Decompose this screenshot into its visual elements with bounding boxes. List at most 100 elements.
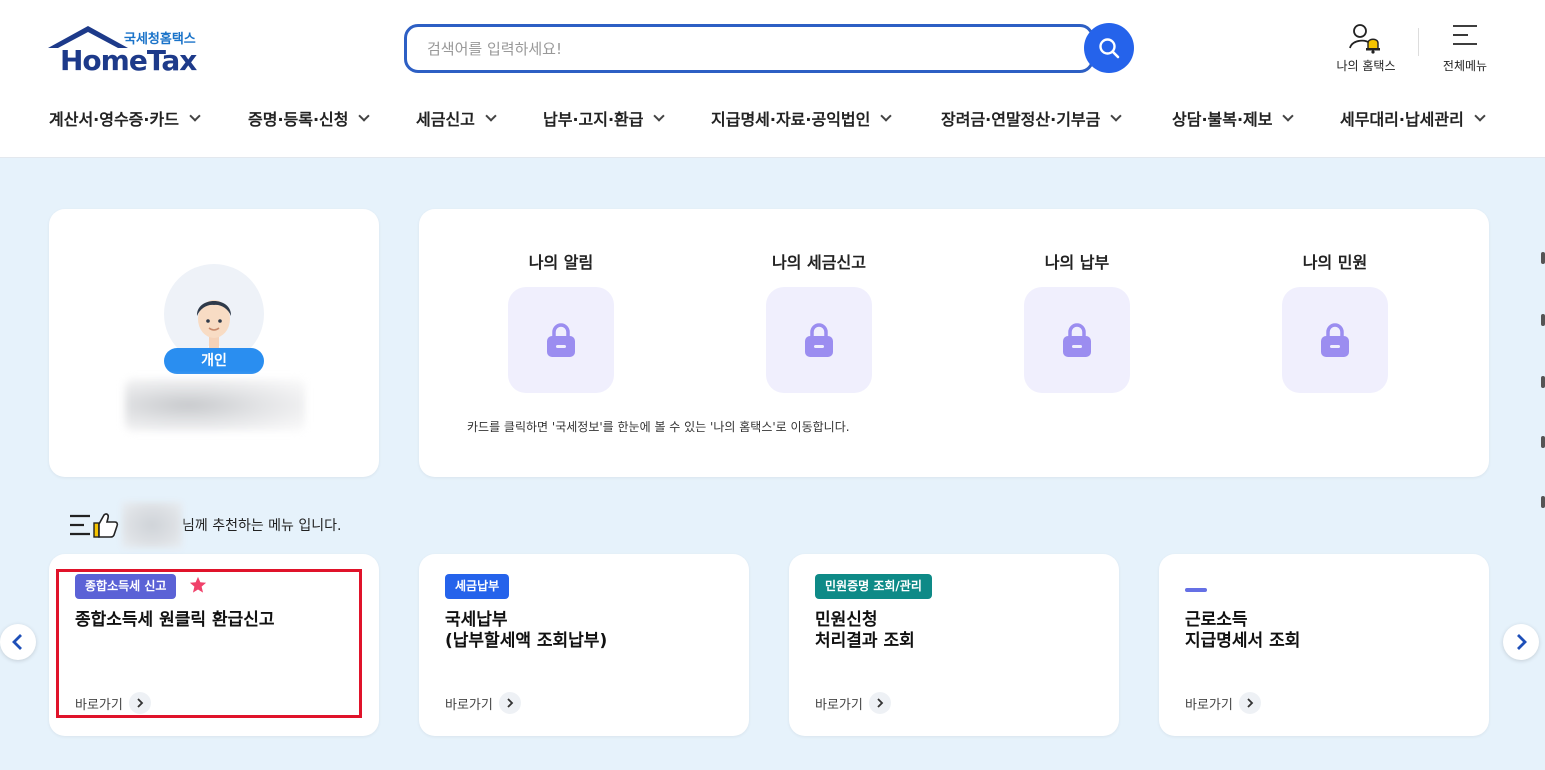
menu-title-line: 처리결과 조회	[815, 631, 915, 651]
side-indicator	[1541, 496, 1545, 508]
nav-label: 장려금·연말정산·기부금	[941, 110, 1101, 129]
main-nav: 계산서·영수증·카드 증명·등록·신청 세금신고 납부·고지·환급 지급명세·자…	[0, 100, 1545, 136]
nav-label: 계산서·영수증·카드	[49, 110, 179, 129]
chevron-right-icon	[128, 692, 151, 714]
menu-title-line: 국세납부	[445, 610, 508, 630]
nav-item-consult[interactable]: 상담·불복·제보	[1172, 106, 1295, 130]
goto-label: 바로가기	[1185, 697, 1233, 713]
chevron-down-icon	[485, 110, 497, 122]
chevron-down-icon	[880, 110, 893, 122]
my-hometax-label: 나의 홈택스	[1336, 59, 1396, 73]
menu-title: 국세납부 (납부할세액 조회납부)	[445, 610, 607, 652]
search-input[interactable]	[427, 37, 1067, 61]
summary-my-alerts[interactable]: 나의 알림	[496, 249, 626, 393]
carousel-prev-button[interactable]	[0, 624, 36, 660]
category-tag: 종합소득세 신고	[75, 574, 177, 599]
summary-title: 나의 민원	[1302, 253, 1368, 272]
menu-title-line: 민원신청	[815, 610, 878, 630]
nav-label: 세금신고	[416, 110, 475, 129]
goto-link[interactable]: 바로가기	[815, 692, 891, 714]
goto-label: 바로가기	[815, 697, 863, 713]
chevron-right-icon	[1238, 692, 1261, 714]
chevron-down-icon	[358, 110, 371, 122]
nav-item-statements[interactable]: 지급명세·자료·공익법인	[711, 106, 893, 130]
hometax-logo[interactable]: 국세청홈택스 HomeTax	[48, 24, 208, 77]
menu-title-line: 지급명세서 조회	[1185, 631, 1301, 651]
menu-card-earned-income-statement[interactable]: 근로소득 지급명세서 조회 바로가기	[1159, 554, 1489, 736]
side-indicator	[1541, 376, 1545, 388]
lock-icon	[805, 323, 833, 357]
lock-tile	[1282, 287, 1388, 393]
lock-tile	[508, 287, 614, 393]
goto-link[interactable]: 바로가기	[75, 692, 151, 714]
side-indicator	[1541, 252, 1545, 264]
summary-title: 나의 납부	[1044, 253, 1110, 272]
summary-my-tax-return[interactable]: 나의 세금신고	[754, 249, 884, 393]
blurred-user-name	[125, 379, 305, 431]
category-dash	[1185, 588, 1207, 592]
search-icon	[1099, 38, 1120, 59]
side-indicator	[1541, 436, 1545, 448]
menu-title-line: (납부할세액 조회납부)	[445, 631, 608, 651]
user-bell-icon	[1349, 24, 1380, 54]
chevron-right-icon	[868, 692, 891, 714]
summary-title: 나의 알림	[528, 253, 594, 272]
goto-link[interactable]: 바로가기	[445, 692, 521, 714]
search-box	[404, 24, 1094, 73]
chevron-down-icon	[1474, 110, 1486, 122]
all-menu-label: 전체메뉴	[1442, 59, 1488, 73]
user-type-badge: 개인	[164, 348, 264, 374]
chevron-down-icon	[1282, 110, 1295, 122]
nav-label: 세무대리·납세관리	[1340, 110, 1464, 129]
category-tag: 민원증명 조회/관리	[815, 574, 932, 599]
nav-label: 상담·불복·제보	[1172, 110, 1273, 129]
menu-title-line: 근로소득	[1185, 610, 1248, 630]
chevron-right-icon	[1517, 634, 1527, 650]
menu-title-line: 종합소득세 원클릭 환급신고	[75, 610, 275, 630]
favorite-star-icon[interactable]	[189, 576, 207, 594]
my-hometax-button[interactable]: 나의 홈택스	[1326, 20, 1406, 76]
carousel-next-button[interactable]	[1503, 624, 1539, 660]
chevron-down-icon	[189, 110, 201, 122]
recommend-text: 님께 추천하는 메뉴 입니다.	[182, 518, 342, 534]
profile-card[interactable]: 개인	[49, 209, 379, 477]
lock-icon	[1321, 323, 1349, 357]
nav-item-invoice[interactable]: 계산서·영수증·카드	[49, 106, 201, 130]
blurred-user-name	[122, 502, 182, 548]
nav-item-certificate[interactable]: 증명·등록·신청	[248, 106, 371, 130]
summary-my-payment[interactable]: 나의 납부	[1012, 249, 1142, 393]
chevron-right-icon	[498, 692, 521, 714]
menu-title: 근로소득 지급명세서 조회	[1185, 610, 1300, 652]
nav-label: 납부·고지·환급	[543, 110, 644, 129]
summary-my-civil[interactable]: 나의 민원	[1270, 249, 1400, 393]
summary-note: 카드를 클릭하면 '국세정보'를 한눈에 볼 수 있는 '나의 홈택스'로 이동…	[467, 420, 850, 434]
menu-title: 종합소득세 원클릭 환급신고	[75, 610, 275, 631]
nav-item-tax-return[interactable]: 세금신고	[416, 106, 497, 130]
goto-label: 바로가기	[75, 697, 123, 713]
nav-item-payment[interactable]: 납부·고지·환급	[543, 106, 666, 130]
search-button[interactable]	[1084, 23, 1134, 73]
menu-title: 민원신청 처리결과 조회	[815, 610, 915, 652]
nav-item-incentives[interactable]: 장려금·연말정산·기부금	[941, 106, 1123, 130]
lock-tile	[1024, 287, 1130, 393]
chevron-down-icon	[653, 110, 666, 122]
nav-label: 증명·등록·신청	[248, 110, 349, 129]
lock-icon	[1063, 323, 1091, 357]
chevron-down-icon	[1110, 110, 1123, 122]
header: 국세청홈택스 HomeTax 나의 홈택스 전체메뉴 계산서·영수증·카드 증	[0, 0, 1545, 158]
lock-icon	[547, 323, 575, 357]
logo-title: HomeTax	[60, 44, 197, 77]
summary-title: 나의 세금신고	[772, 253, 866, 272]
recommend-thumbs-up-icon	[70, 513, 119, 538]
menu-card-income-tax-refund[interactable]: 종합소득세 신고 종합소득세 원클릭 환급신고 바로가기	[49, 554, 379, 736]
lock-tile	[766, 287, 872, 393]
menu-card-civil-result[interactable]: 민원증명 조회/관리 민원신청 처리결과 조회 바로가기	[789, 554, 1119, 736]
chevron-left-icon	[12, 634, 22, 650]
my-summary-card: 나의 알림 나의 세금신고 나의 납부 나의 민원 카드를 클릭하면 '국세정보…	[419, 209, 1489, 477]
menu-card-tax-payment[interactable]: 세금납부 국세납부 (납부할세액 조회납부) 바로가기	[419, 554, 749, 736]
nav-item-agent[interactable]: 세무대리·납세관리	[1340, 106, 1486, 130]
goto-link[interactable]: 바로가기	[1185, 692, 1261, 714]
recommend-header: 님께 추천하는 메뉴 입니다.	[68, 502, 341, 548]
header-divider	[1418, 28, 1419, 56]
all-menu-button[interactable]: 전체메뉴	[1430, 20, 1500, 76]
